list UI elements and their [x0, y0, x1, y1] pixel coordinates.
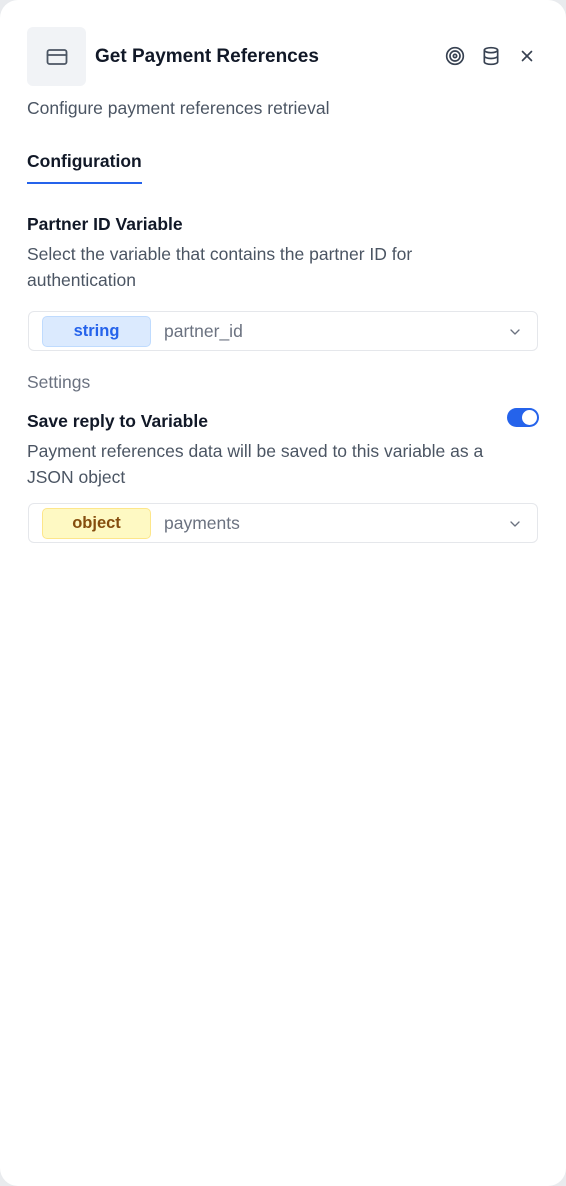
database-icon: [483, 46, 499, 66]
save-reply-toggle[interactable]: [507, 408, 539, 427]
close-button[interactable]: [515, 44, 539, 68]
partner-id-label: Partner ID Variable: [27, 214, 183, 234]
chevron-down-icon: [510, 521, 520, 527]
save-reply-label: Save reply to Variable: [27, 411, 208, 431]
save-reply-select[interactable]: object payments: [28, 503, 538, 543]
panel-subtitle: Configure payment references retrieval: [27, 98, 330, 118]
chevron-down-icon: [510, 329, 520, 335]
partner-id-description: Select the variable that contains the pa…: [27, 244, 413, 290]
header-actions: [443, 44, 539, 68]
partner-id-select[interactable]: string partner_id: [28, 311, 538, 351]
panel-header: Get Payment References: [27, 27, 539, 86]
settings-heading: Settings: [27, 372, 91, 392]
save-reply-select-value: payments: [164, 513, 240, 533]
node-icon-tile: [27, 27, 86, 86]
panel-title: Get Payment References: [95, 46, 319, 67]
credit-card-icon: [46, 48, 67, 65]
config-panel: Get Payment References Configure payment…: [0, 0, 566, 1186]
type-badge-object: object: [42, 508, 151, 539]
toggle-knob: [522, 410, 537, 425]
type-badge-string: string: [42, 316, 151, 347]
tab-configuration[interactable]: Configuration: [27, 148, 142, 184]
database-button[interactable]: [479, 44, 503, 68]
partner-id-select-value: partner_id: [164, 321, 243, 341]
target-button[interactable]: [443, 44, 467, 68]
target-icon: [445, 46, 465, 66]
save-reply-description: Payment references data will be saved to…: [27, 441, 484, 487]
close-icon: [521, 50, 533, 62]
tab-bar: Configuration: [27, 148, 539, 184]
